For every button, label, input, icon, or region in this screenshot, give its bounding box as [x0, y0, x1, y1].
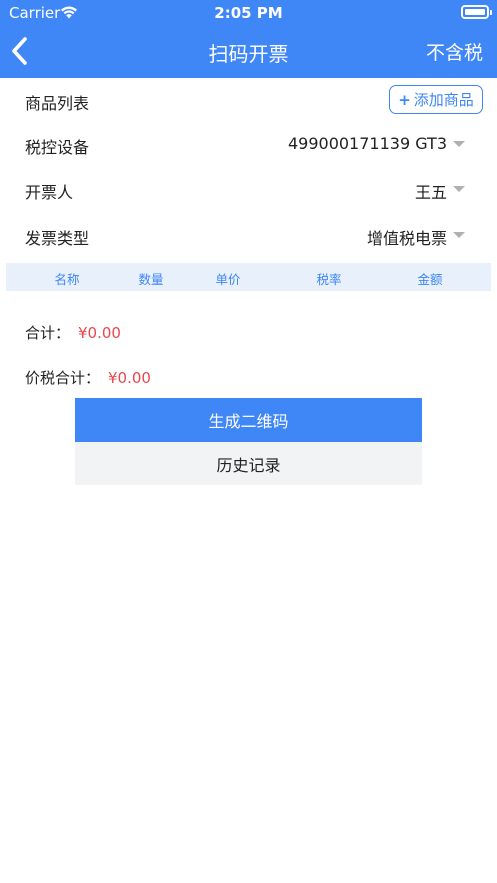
- page-title: 扫码开票: [208, 42, 289, 66]
- subtotal-label: 合计：: [25, 324, 71, 342]
- add-goods-button[interactable]: + 添加商品: [389, 85, 483, 114]
- status-time: 2:05 PM: [214, 4, 283, 22]
- column-header-amount: 金额: [417, 272, 443, 287]
- invoice-type-value: 增值税电票: [366, 229, 447, 248]
- column-header-tax-rate: 税率: [316, 272, 342, 287]
- plus-icon: +: [398, 90, 411, 109]
- tax-total-row: 价税合计： ¥0.00: [25, 367, 151, 388]
- caret-down-icon: [453, 232, 465, 238]
- caret-down-icon: [453, 141, 465, 147]
- column-header-quantity: 数量: [138, 272, 164, 287]
- battery-icon: [461, 5, 489, 19]
- caret-down-icon: [453, 186, 465, 192]
- subtotal-row: 合计： ¥0.00: [25, 322, 121, 343]
- issuer-value: 王五: [414, 183, 447, 202]
- status-bar: Carrier 2:05 PM: [0, 0, 497, 26]
- issuer-label: 开票人: [25, 183, 74, 202]
- subtotal-value: ¥0.00: [78, 324, 121, 342]
- history-button[interactable]: 历史记录: [75, 442, 422, 485]
- goods-list-row: 商品列表 + 添加商品: [0, 78, 497, 122]
- goods-list-label: 商品列表: [25, 94, 90, 113]
- invoice-type-label: 发票类型: [25, 229, 90, 248]
- column-header-unit-price: 单价: [215, 272, 241, 287]
- battery-tip: [490, 10, 492, 15]
- nav-bar: Carrier 2:05 PM 扫码开票 不含税: [0, 0, 497, 78]
- goods-table-header: 名称 数量 单价 税率 金额: [6, 263, 491, 291]
- tax-total-label: 价税合计：: [25, 369, 101, 387]
- tax-total-value: ¥0.00: [108, 369, 151, 387]
- tax-device-value: 499000171139 GT3: [287, 134, 447, 153]
- add-goods-label: 添加商品: [413, 91, 474, 109]
- tax-device-label: 税控设备: [25, 138, 90, 157]
- generate-qr-button[interactable]: 生成二维码: [75, 398, 422, 442]
- tax-device-row[interactable]: 税控设备 499000171139 GT3: [0, 122, 497, 166]
- tax-exclusive-button[interactable]: 不含税: [426, 38, 483, 65]
- invoice-type-row[interactable]: 发票类型 增值税电票: [0, 213, 497, 257]
- issuer-row[interactable]: 开票人 王五: [0, 167, 497, 211]
- column-header-name: 名称: [54, 272, 80, 287]
